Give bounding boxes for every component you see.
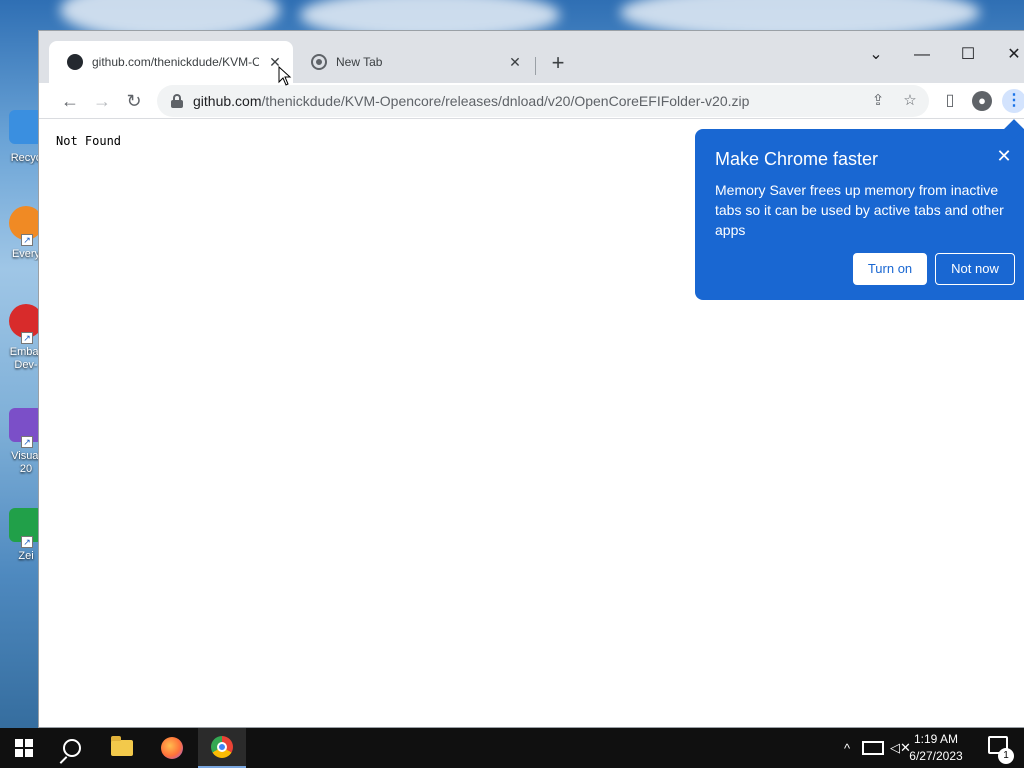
- network-icon[interactable]: [862, 741, 884, 755]
- system-tray: ^ ◁✕: [838, 728, 911, 768]
- lock-icon[interactable]: [171, 94, 183, 108]
- file-explorer-icon: [111, 736, 133, 756]
- promo-body: Memory Saver frees up memory from inacti…: [715, 182, 1004, 238]
- page-body-text: Not Found: [56, 134, 122, 148]
- github-icon: [67, 54, 83, 70]
- firefox-icon: [161, 737, 183, 759]
- taskbar-file-explorer[interactable]: [98, 728, 146, 768]
- address-bar[interactable]: github.com/thenickdude/KVM-Opencore/rele…: [157, 85, 929, 117]
- taskbar-search-button[interactable]: [48, 728, 96, 768]
- profile-avatar-icon[interactable]: ●: [972, 91, 992, 111]
- taskbar-firefox[interactable]: [148, 728, 196, 768]
- maximize-button[interactable]: ☐: [945, 43, 991, 67]
- close-window-button[interactable]: ✕: [991, 43, 1024, 67]
- url-host: github.com: [193, 93, 262, 109]
- mouse-cursor-icon: [278, 66, 292, 86]
- taskbar: ^ ◁✕ 1:19 AM 6/27/2023 1: [0, 728, 1024, 768]
- search-icon: [63, 739, 81, 757]
- clock-date: 6/27/2023: [909, 749, 963, 763]
- memory-saver-promo: Make Chrome faster Memory Saver frees up…: [695, 119, 1024, 300]
- tab-strip: github.com/thenickdude/KVM-O ✕ New Tab ✕…: [39, 31, 1024, 83]
- url-path: /thenickdude/KVM-Opencore/releases/dnloa…: [261, 93, 750, 109]
- clock-time: 1:19 AM: [913, 732, 959, 746]
- shortcut-arrow-icon: ↗: [21, 332, 33, 344]
- chrome-icon: [211, 736, 233, 758]
- notification-count-badge: 1: [998, 748, 1014, 764]
- shortcut-arrow-icon: ↗: [21, 436, 33, 448]
- new-tab-button[interactable]: +: [547, 52, 569, 75]
- promo-title: Make Chrome faster: [715, 149, 879, 169]
- chrome-icon: [313, 56, 325, 68]
- tray-chevron-icon[interactable]: ^: [838, 741, 856, 756]
- tab-close-icon[interactable]: ✕: [507, 54, 523, 70]
- browser-window: github.com/thenickdude/KVM-O ✕ New Tab ✕…: [38, 30, 1024, 728]
- taskbar-clock[interactable]: 1:19 AM 6/27/2023: [906, 731, 966, 765]
- tab-title: New Tab: [336, 55, 383, 69]
- minimize-button[interactable]: —: [899, 43, 945, 67]
- forward-button[interactable]: →: [90, 89, 114, 113]
- not-now-button[interactable]: Not now: [935, 253, 1015, 285]
- tab-title: github.com/thenickdude/KVM-O: [92, 55, 259, 69]
- taskbar-chrome[interactable]: [198, 728, 246, 768]
- tab-separator: [535, 57, 536, 75]
- browser-toolbar: ← → ↻ github.com/thenickdude/KVM-Opencor…: [39, 83, 1024, 119]
- promo-close-icon[interactable]: ✕: [995, 147, 1013, 165]
- reload-button[interactable]: ↻: [122, 89, 146, 113]
- turn-on-button[interactable]: Turn on: [853, 253, 927, 285]
- side-panel-icon[interactable]: ▯: [938, 89, 962, 113]
- bookmark-star-icon[interactable]: ☆: [901, 92, 919, 110]
- url-text[interactable]: github.com/thenickdude/KVM-Opencore/rele…: [193, 93, 749, 109]
- shortcut-arrow-icon: ↗: [21, 234, 33, 246]
- tab-search-button[interactable]: ⌄: [853, 43, 899, 67]
- windows-logo-icon: [15, 739, 33, 757]
- share-icon[interactable]: ⇪: [869, 92, 887, 110]
- tab-github[interactable]: github.com/thenickdude/KVM-O ✕: [49, 41, 293, 83]
- tab-new-tab[interactable]: New Tab ✕: [293, 41, 533, 83]
- chrome-menu-icon[interactable]: ⋮: [1002, 89, 1024, 113]
- start-button[interactable]: [0, 728, 48, 768]
- back-button[interactable]: ←: [58, 89, 82, 113]
- shortcut-arrow-icon: ↗: [21, 536, 33, 548]
